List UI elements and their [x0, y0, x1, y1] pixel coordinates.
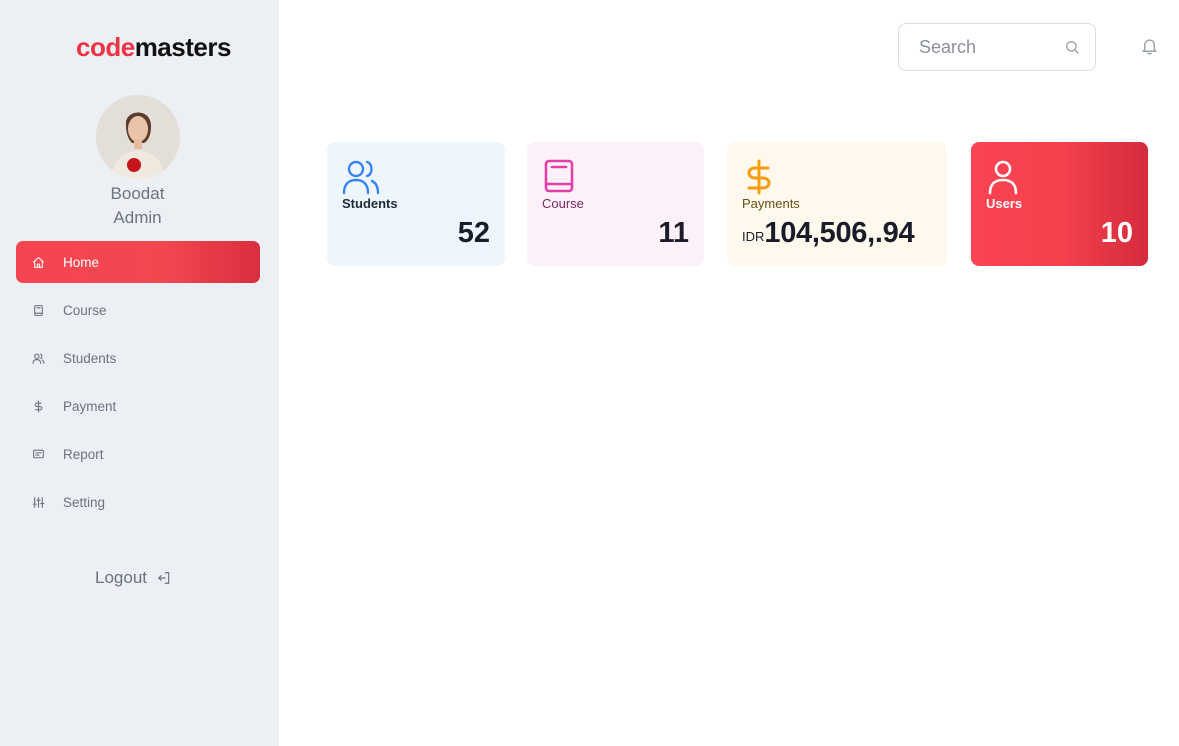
payments-total: IDR104,506,.94	[742, 216, 915, 255]
sidebar-item-label: Setting	[63, 494, 106, 510]
book-icon	[544, 159, 574, 193]
sidebar-item-home[interactable]: Home	[16, 241, 260, 283]
user-name: Boodat	[110, 184, 165, 203]
sidebar-item-payment[interactable]: Payment	[16, 385, 260, 427]
payments-card[interactable]: Payments IDR104,506,.94	[727, 142, 947, 266]
brand-logo-part2: masters	[134, 32, 232, 62]
users-count: 10	[1100, 217, 1133, 249]
logout-icon	[158, 572, 170, 584]
students-label: Students	[342, 196, 398, 211]
students-card[interactable]: Students 52	[327, 142, 505, 266]
users-card[interactable]: Users 10	[971, 142, 1148, 266]
book-icon	[31, 303, 45, 317]
course-card[interactable]: Course 11	[527, 142, 704, 266]
payments-currency: IDR	[742, 229, 765, 244]
students-count: 52	[457, 217, 490, 249]
avatar	[96, 95, 180, 179]
logout-button[interactable]: Logout	[95, 567, 171, 589]
brand-logo: codemasters	[76, 30, 231, 64]
sidebar-nav: Home Course Students Payment Report Sett…	[16, 241, 260, 529]
sidebar-item-students[interactable]: Students	[16, 337, 260, 379]
home-icon	[31, 255, 45, 269]
sidebar-item-setting[interactable]: Setting	[16, 481, 260, 523]
sidebar-item-label: Students	[63, 350, 117, 366]
sidebar-item-label: Home	[63, 254, 100, 270]
dollar-icon	[747, 159, 771, 195]
brand-logo-part1: code	[76, 32, 135, 62]
sidebar-item-label: Payment	[63, 398, 117, 414]
course-label: Course	[542, 196, 584, 211]
sidebar-item-label: Course	[63, 302, 107, 318]
user-icon	[988, 160, 1018, 195]
notification-bell-icon[interactable]	[1140, 36, 1159, 57]
sliders-icon	[31, 495, 45, 509]
users-label: Users	[986, 196, 1023, 211]
dollar-icon	[31, 399, 45, 413]
report-icon	[31, 447, 45, 461]
users-icon	[342, 160, 380, 195]
user-role: Admin	[113, 208, 162, 227]
payments-label: Payments	[742, 196, 800, 211]
sidebar-item-report[interactable]: Report	[16, 433, 260, 475]
search-box	[898, 23, 1096, 71]
course-count: 11	[658, 217, 689, 249]
search-icon[interactable]	[1064, 39, 1080, 55]
users-icon	[31, 351, 45, 365]
logout-label: Logout	[95, 568, 147, 587]
sidebar-item-label: Report	[63, 446, 104, 462]
sidebar-item-course[interactable]: Course	[16, 289, 260, 331]
sidebar: codemasters Boodat Admin Home Course Stu…	[0, 0, 279, 746]
search-input[interactable]	[899, 24, 1059, 70]
payments-amount: 104,506,.94	[764, 217, 915, 249]
